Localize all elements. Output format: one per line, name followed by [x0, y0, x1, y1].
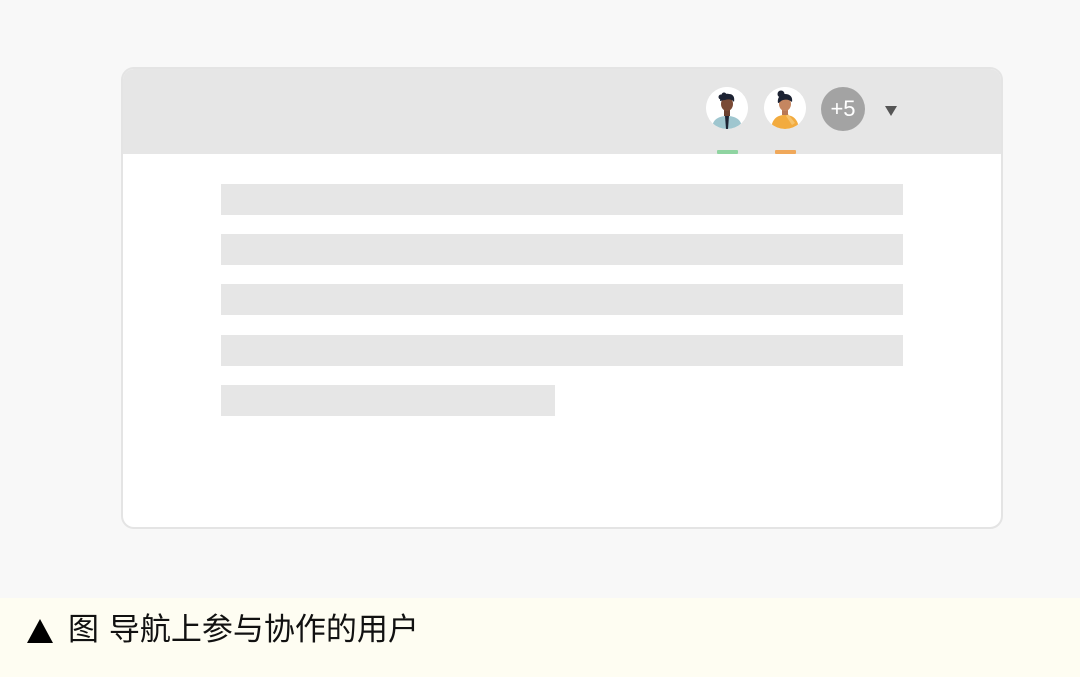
woman-avatar-icon [764, 87, 806, 129]
man-avatar-icon [706, 87, 748, 129]
document-body [123, 154, 1001, 527]
placeholder-text-line-short [221, 385, 555, 416]
collaborator-avatar-woman[interactable] [764, 87, 806, 129]
document-window: +5 [121, 67, 1003, 529]
caret-down-icon[interactable] [884, 105, 898, 117]
figure-caption-bar: 图 导航上参与协作的用户 [0, 598, 1080, 677]
placeholder-text-line [221, 184, 903, 215]
document-header-bar: +5 [123, 69, 1001, 154]
placeholder-text-line [221, 234, 903, 265]
placeholder-text-line [221, 335, 903, 366]
placeholder-text-line [221, 284, 903, 315]
triangle-up-icon [27, 619, 53, 643]
collaborator-avatar-man[interactable] [706, 87, 748, 129]
figure-caption: 图 导航上参与协作的用户 [68, 612, 419, 648]
more-collaborators-badge[interactable]: +5 [821, 87, 865, 131]
